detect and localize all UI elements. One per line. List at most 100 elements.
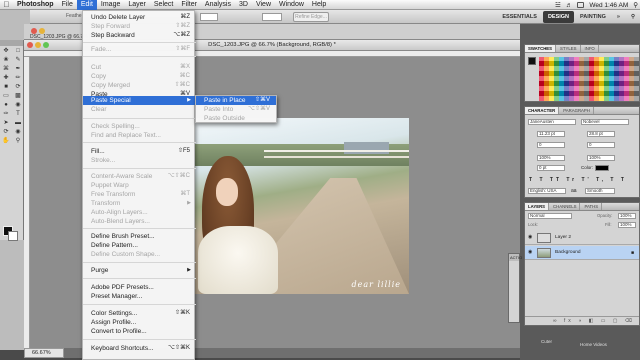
font-family-select[interactable]: JaneAusten [528, 119, 576, 125]
3d-camera-icon[interactable]: ◉ [12, 127, 24, 136]
menu-item-convert-profile[interactable]: Convert to Profile... [83, 327, 196, 336]
menu-item-paste-special[interactable]: Paste Special ▶ [83, 96, 196, 105]
menu-edit[interactable]: Edit [76, 0, 97, 10]
battery-icon[interactable] [577, 2, 585, 8]
baseline-shift-field[interactable]: 0 pt [537, 165, 565, 171]
language-select[interactable]: English: USA [528, 188, 566, 194]
menu-item-transform[interactable]: Transform ▶ [83, 199, 196, 208]
eyedropper-icon[interactable]: ✒ [12, 64, 24, 73]
type-tool-icon[interactable]: T [12, 109, 24, 118]
history-brush-icon[interactable]: ⟳ [12, 82, 24, 91]
vertical-scale-field[interactable]: 100% [537, 155, 565, 161]
tab-actions[interactable]: ACTIO [509, 254, 522, 261]
panel-foreground-swatch[interactable] [528, 57, 536, 65]
kerning-field[interactable]: 0 [537, 142, 565, 148]
font-size-field[interactable]: 11.23 pt [537, 131, 565, 137]
layer-actions-bar[interactable]: ∞ fx ◑ ◧ ▭ ▢ ⌫ [525, 316, 639, 325]
menu-layer[interactable]: Layer [124, 0, 150, 10]
menu-item-keyboard-shortcuts[interactable]: Keyboard Shortcuts... ⌥⇧⌘K [83, 344, 196, 353]
fill-field[interactable]: 100% [618, 222, 636, 228]
clock[interactable]: Wed 1:46 AM [589, 2, 628, 9]
menu-item-purge[interactable]: Purge ▶ [83, 266, 196, 275]
layer-row-background[interactable]: ◉ Background ■ [525, 246, 639, 260]
menu-item-find-replace[interactable]: Find and Replace Text... [83, 131, 196, 140]
blend-mode-select[interactable]: Normal [528, 213, 572, 219]
zoom-tool-icon[interactable]: ⚲ [12, 136, 24, 145]
menu-item-fade[interactable]: Fade... ⇧⌘F [83, 45, 196, 54]
menu-select[interactable]: Select [150, 0, 177, 10]
opacity-field[interactable]: 100% [618, 213, 636, 219]
3d-rotate-icon[interactable]: ⟳ [0, 127, 12, 136]
close-document-icon[interactable] [27, 42, 33, 48]
spotlight-icon[interactable]: ⚲ [633, 1, 638, 9]
width-field[interactable] [200, 13, 218, 21]
menu-item-copy[interactable]: Copy ⌘C [83, 72, 196, 81]
menu-3d[interactable]: 3D [235, 0, 252, 10]
menu-item-puppet-warp[interactable]: Puppet Warp [83, 181, 196, 190]
menu-item-auto-align[interactable]: Auto-Align Layers... [83, 208, 196, 217]
menu-analysis[interactable]: Analysis [201, 0, 235, 10]
menu-view[interactable]: View [252, 0, 275, 10]
layer-row-layer2[interactable]: ◉ Layer 2 [525, 231, 639, 245]
marquee-tool-icon[interactable]: □ [12, 46, 24, 55]
lasso-tool-icon[interactable]: ❀ [0, 55, 12, 64]
menu-window[interactable]: Window [275, 0, 308, 10]
menu-item-define-custom-shape[interactable]: Define Custom Shape... [83, 250, 196, 259]
menu-item-step-forward[interactable]: Step Forward ⇧⌘Z [83, 22, 196, 31]
menu-item-fill[interactable]: Fill... ⇧F5 [83, 147, 196, 156]
menu-item-auto-blend[interactable]: Auto-Blend Layers... [83, 217, 196, 226]
menu-item-free-transform[interactable]: Free Transform ⌘T [83, 190, 196, 199]
horizontal-scale-field[interactable]: 100% [587, 155, 615, 161]
workspace-essentials[interactable]: ESSENTIALS [497, 11, 542, 23]
tab-paths[interactable]: PATHS [581, 203, 603, 210]
eraser-tool-icon[interactable]: ▭ [0, 91, 12, 100]
visibility-eye-icon[interactable]: ◉ [528, 235, 534, 240]
tab-character[interactable]: CHARACTER [525, 107, 560, 114]
menu-item-clear[interactable]: Clear [83, 105, 196, 114]
menu-item-assign-profile[interactable]: Assign Profile... [83, 318, 196, 327]
background-color-swatch[interactable] [8, 231, 18, 241]
desktop-label-cuter[interactable]: Cuter [541, 339, 552, 344]
healing-brush-icon[interactable]: ✚ [0, 73, 12, 82]
text-color-swatch[interactable] [595, 165, 609, 171]
menu-image[interactable]: Image [97, 0, 124, 10]
tab-layers[interactable]: LAYERS [525, 203, 550, 210]
crop-tool-icon[interactable]: ⌘ [0, 64, 12, 73]
quick-select-icon[interactable]: ✎ [12, 55, 24, 64]
text-style-buttons[interactable]: T T TT Tr T' T, T T [529, 177, 627, 183]
hand-tool-icon[interactable]: ✋ [0, 136, 12, 145]
workspace-painting[interactable]: PAINTING [575, 11, 611, 23]
menu-item-content-aware-scale[interactable]: Content-Aware Scale ⌥⇧⌘C [83, 172, 196, 181]
wifi-icon[interactable]: ☱ [555, 1, 561, 9]
menu-item-pdf-presets[interactable]: Adobe PDF Presets... [83, 283, 196, 292]
menu-file[interactable]: File [58, 0, 77, 10]
height-field[interactable] [262, 13, 282, 21]
workspace-design[interactable]: DESIGN [542, 11, 575, 23]
tab-styles[interactable]: STYLES [557, 45, 581, 52]
tracking-field[interactable]: 0 [587, 142, 615, 148]
leading-field[interactable]: 28.8 pt [587, 131, 615, 137]
workspace-more-icon[interactable]: » [612, 11, 625, 23]
minimize-document-icon[interactable] [35, 42, 41, 48]
tab-channels[interactable]: CHANNELS [550, 203, 581, 210]
visibility-eye-icon[interactable]: ◉ [528, 250, 534, 255]
search-icon[interactable]: ⚲ [626, 11, 640, 23]
tab-swatches[interactable]: SWATCHES [525, 45, 557, 52]
menu-item-check-spelling[interactable]: Check Spelling... [83, 122, 196, 131]
zoom-level[interactable]: 66.67% [24, 348, 64, 358]
menu-item-undo[interactable]: Undo Delete Layer ⌘Z [83, 13, 196, 22]
menu-item-preset-manager[interactable]: Preset Manager... [83, 292, 196, 301]
menu-item-paste-in-place[interactable]: Paste in Place ⇧⌘V [196, 96, 276, 105]
tab-paragraph[interactable]: PARAGRAPH [560, 107, 594, 114]
path-select-icon[interactable]: ➤ [0, 118, 12, 127]
tab-info[interactable]: INFO [582, 45, 599, 52]
menu-photoshop[interactable]: Photoshop [13, 0, 58, 10]
menu-item-color-settings[interactable]: Color Settings... ⇧⌘K [83, 309, 196, 318]
shape-tool-icon[interactable]: ▬ [12, 118, 24, 127]
apple-icon[interactable]:  [0, 0, 13, 9]
menu-item-cut[interactable]: Cut ⌘X [83, 63, 196, 72]
menu-item-define-pattern[interactable]: Define Pattern... [83, 241, 196, 250]
menu-item-paste-into[interactable]: Paste Into ⌥⇧⌘V [196, 105, 276, 114]
volume-icon[interactable]: ♬ [566, 2, 573, 9]
menu-item-stroke[interactable]: Stroke... [83, 156, 196, 165]
